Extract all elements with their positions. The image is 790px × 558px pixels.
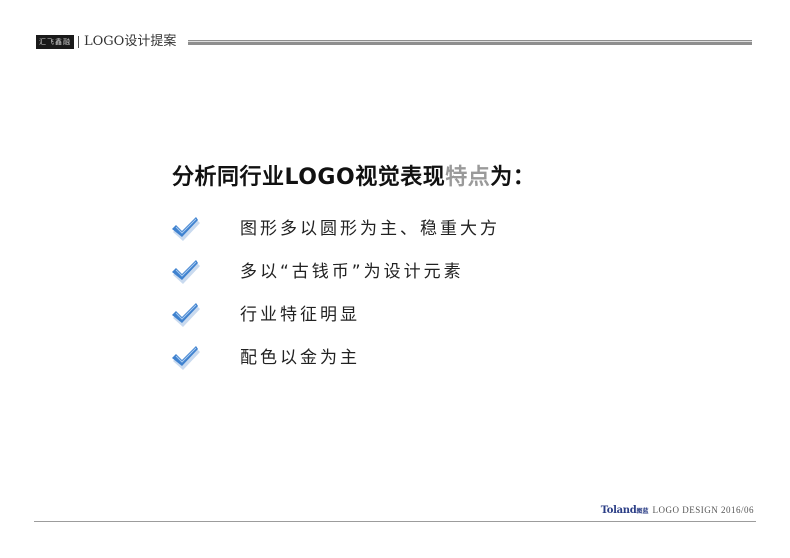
heading-main: 分析同行业LOGO视觉表现 xyxy=(172,165,446,190)
brand-logo: 汇飞鑫融 xyxy=(36,35,74,49)
header-title: LOGO设计提案 xyxy=(84,34,177,49)
list-item: 图形多以圆形为主、稳重大方 xyxy=(170,213,590,256)
footer-brand: Toland xyxy=(600,505,637,516)
checkmark-icon xyxy=(172,303,200,327)
bullet-text: 图形多以圆形为主、稳重大方 xyxy=(240,219,500,239)
bullet-text: 多以“古钱币”为设计元素 xyxy=(240,262,464,282)
bullet-text: 行业特征明显 xyxy=(240,305,360,325)
footer-rule xyxy=(34,521,756,522)
list-item: 多以“古钱币”为设计元素 xyxy=(170,256,590,299)
list-item: 配色以金为主 xyxy=(170,342,590,385)
header-divider xyxy=(78,36,79,48)
footer-brand-cn: 图蓝 xyxy=(636,508,649,515)
page-heading: 分析同行业LOGO视觉表现特点为： xyxy=(172,162,535,194)
bullet-text: 配色以金为主 xyxy=(240,348,360,368)
footer-text: LOGO DESIGN 2016/06 xyxy=(652,505,754,515)
page-footer: Toland图蓝 LOGO DESIGN 2016/06 xyxy=(601,505,754,519)
checkmark-icon xyxy=(172,346,200,370)
checkmark-icon xyxy=(172,217,200,241)
header-rule xyxy=(188,40,752,45)
bullet-list: 图形多以圆形为主、稳重大方 多以“古钱币”为设计元素 行业特征明显 配色以金为主 xyxy=(170,213,590,385)
heading-tail: 为： xyxy=(490,165,536,190)
list-item: 行业特征明显 xyxy=(170,299,590,342)
page-header: 汇飞鑫融 LOGO设计提案 xyxy=(36,34,752,51)
checkmark-icon xyxy=(172,260,200,284)
brand-logo-text: 汇飞鑫融 xyxy=(39,38,71,46)
heading-highlight: 特点 xyxy=(445,165,491,190)
